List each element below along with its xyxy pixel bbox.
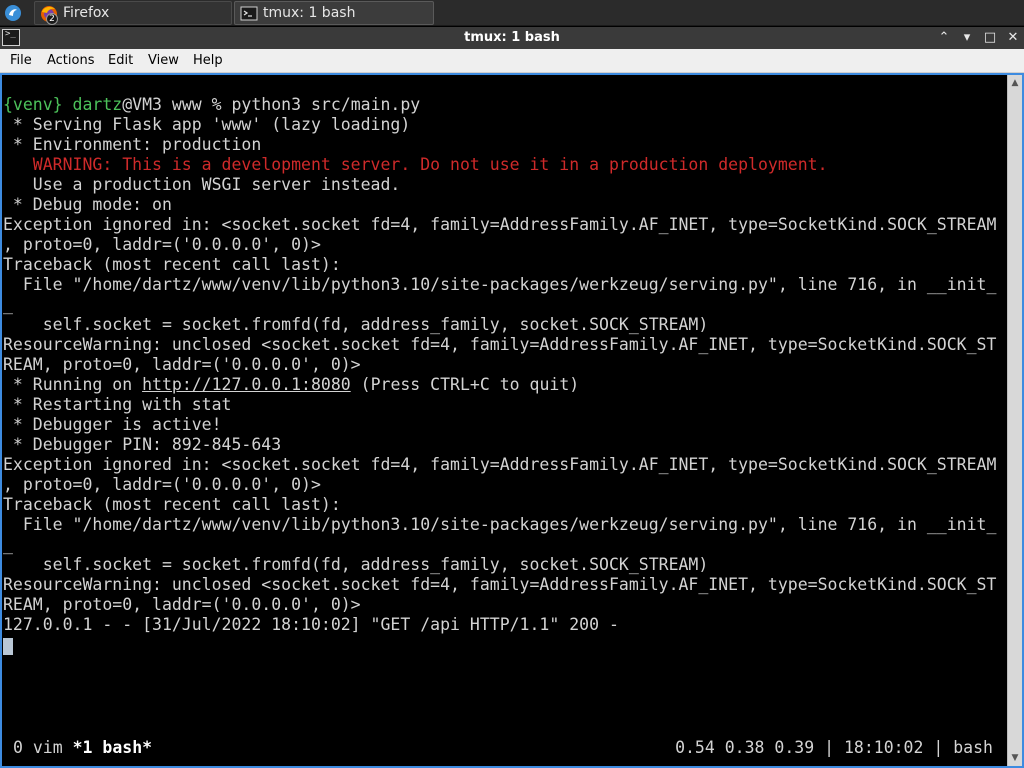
prompt-user: dartz <box>72 95 123 114</box>
taskbar: 2 Firefox tmux: 1 bash <box>0 0 1024 26</box>
output-line: * Environment: production <box>3 135 262 154</box>
output-line: _ <box>3 535 13 554</box>
tmux-status-right: 0.54 0.38 0.39 | 18:10:02 | bash <box>675 737 993 759</box>
output-line: , proto=0, laddr=('0.0.0.0', 0)> <box>3 235 321 254</box>
scroll-down-arrow-icon[interactable]: ▼ <box>1008 750 1022 766</box>
status-separator: | <box>824 738 835 757</box>
output-line: Use a production WSGI server instead. <box>3 175 401 194</box>
output-line: , proto=0, laddr=('0.0.0.0', 0)> <box>3 475 321 494</box>
menu-view[interactable]: View <box>146 49 181 73</box>
output-line: REAM, proto=0, laddr=('0.0.0.0', 0)> <box>3 595 361 614</box>
output-line: File "/home/dartz/www/venv/lib/python3.1… <box>3 515 997 534</box>
prompt-venv: {venv} <box>3 95 63 114</box>
close-button[interactable]: ✕ <box>1002 27 1024 49</box>
output-line: File "/home/dartz/www/venv/lib/python3.1… <box>3 275 997 294</box>
tmux-window-list: 0 vim *1 bash* <box>13 737 152 759</box>
prompt-command: @VM3 www % python3 src/main.py <box>122 95 421 114</box>
tmux-status-bar: 0 vim *1 bash* 0.54 0.38 0.39 | 18:10:02… <box>3 737 1007 759</box>
taskbar-item-tmux[interactable]: tmux: 1 bash <box>234 1 434 25</box>
menu-actions[interactable]: Actions <box>45 49 97 73</box>
output-line: * Debugger is active! <box>3 415 222 434</box>
system-menu-icon[interactable] <box>4 4 22 22</box>
output-line: self.socket = socket.fromfd(fd, address_… <box>3 555 709 574</box>
output-line: Traceback (most recent call last): <box>3 255 341 274</box>
minimize-button[interactable]: ▾ <box>956 27 978 49</box>
window-title: tmux: 1 bash <box>464 30 560 45</box>
running-line: * Running on http://127.0.0.1:8080 (Pres… <box>3 375 1007 395</box>
tmux-window-bash-active[interactable]: *1 bash* <box>73 738 152 757</box>
text-cursor <box>3 638 13 655</box>
output-line: * Debug mode: on <box>3 195 172 214</box>
keep-above-button[interactable]: ⌃ <box>933 27 955 49</box>
output-line: Exception ignored in: <socket.socket fd=… <box>3 215 997 234</box>
load-average: 0.54 0.38 0.39 <box>675 738 815 757</box>
taskbar-item-firefox[interactable]: 2 Firefox <box>34 1 232 25</box>
running-suffix: (Press CTRL+C to quit) <box>350 375 580 394</box>
output-line: ResourceWarning: unclosed <socket.socket… <box>3 335 997 354</box>
status-host: bash <box>953 738 993 757</box>
output-line: * Restarting with stat <box>3 395 232 414</box>
prompt-line: {venv} dartz@VM3 www % python3 src/main.… <box>3 95 1007 115</box>
terminal-frame: {venv} dartz@VM3 www % python3 src/main.… <box>0 73 1024 768</box>
terminal-icon <box>240 6 258 21</box>
menu-file[interactable]: File <box>8 49 34 73</box>
taskbar-item-label: Firefox <box>63 5 110 21</box>
output-line: _ <box>3 295 13 314</box>
output-line: Exception ignored in: <socket.socket fd=… <box>3 455 997 474</box>
output-line: REAM, proto=0, laddr=('0.0.0.0', 0)> <box>3 355 361 374</box>
status-time: 18:10:02 <box>843 738 924 757</box>
terminal-output: {venv} dartz@VM3 www % python3 src/main.… <box>3 95 1007 635</box>
status-separator: | <box>933 738 944 757</box>
menu-edit[interactable]: Edit <box>106 49 135 73</box>
output-line: Traceback (most recent call last): <box>3 495 341 514</box>
warning-line: WARNING: This is a development server. D… <box>3 155 828 174</box>
scrollbar[interactable]: ▲ ▼ <box>1007 75 1022 766</box>
maximize-button[interactable]: □ <box>979 27 1001 49</box>
taskbar-item-label: tmux: 1 bash <box>263 5 356 21</box>
scroll-up-arrow-icon[interactable]: ▲ <box>1008 75 1022 91</box>
terminal-view[interactable]: {venv} dartz@VM3 www % python3 src/main.… <box>2 75 1007 766</box>
output-line: 127.0.0.1 - - [31/Jul/2022 18:10:02] "GE… <box>3 615 619 634</box>
window-titlebar[interactable]: >_ tmux: 1 bash ⌃ ▾ □ ✕ <box>0 27 1024 49</box>
tmux-window-vim[interactable]: 0 vim <box>13 738 63 757</box>
output-line: ResourceWarning: unclosed <socket.socket… <box>3 575 997 594</box>
output-line: * Serving Flask app 'www' (lazy loading) <box>3 115 411 134</box>
menu-bar: File Actions Edit View Help <box>0 49 1024 73</box>
running-prefix: * Running on <box>3 375 143 394</box>
output-line: self.socket = socket.fromfd(fd, address_… <box>3 315 709 334</box>
output-line: * Debugger PIN: 892-845-643 <box>3 435 282 454</box>
server-url-link[interactable]: http://127.0.0.1:8080 <box>142 375 351 394</box>
menu-help[interactable]: Help <box>191 49 225 73</box>
window-count-badge: 2 <box>46 13 58 25</box>
